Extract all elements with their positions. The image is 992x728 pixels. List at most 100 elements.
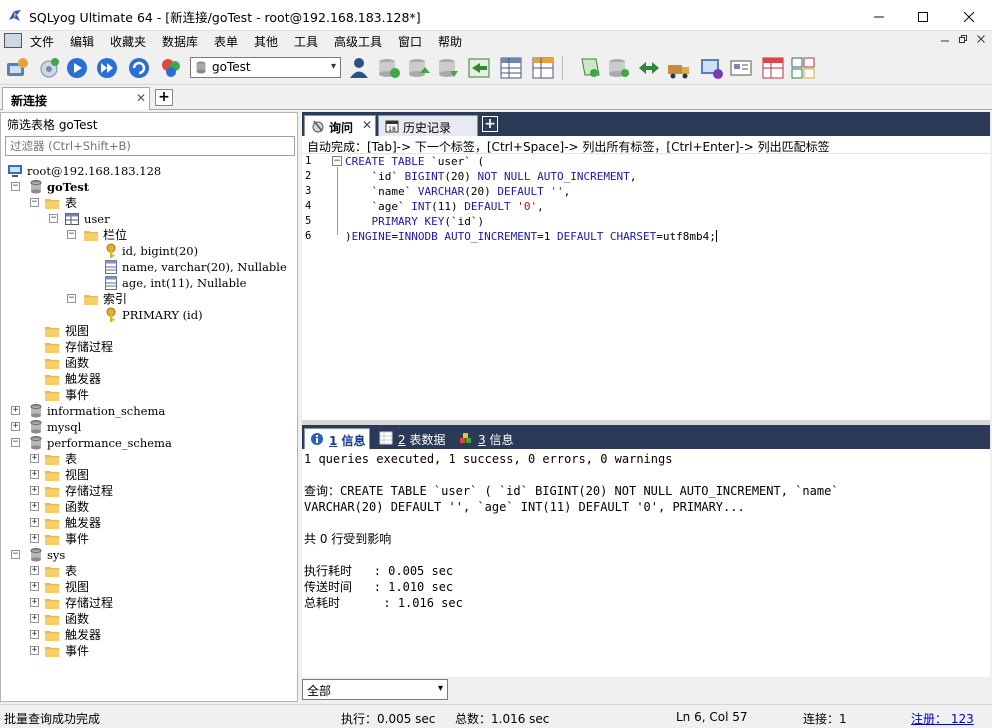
table-design-icon[interactable] — [530, 55, 556, 81]
collapse-icon[interactable]: − — [11, 182, 20, 191]
database-select[interactable]: goTest ▾ — [190, 57, 341, 78]
tree-node-tables[interactable]: − 表 — [1, 195, 297, 211]
tree-node-functions[interactable]: 函数 — [1, 355, 297, 371]
menu-file[interactable]: 文件 — [30, 33, 54, 50]
collapse-icon[interactable]: − — [49, 214, 58, 223]
expand-icon[interactable]: + — [30, 502, 39, 511]
mdi-minimize-button[interactable] — [936, 33, 954, 49]
execute-query-icon[interactable] — [64, 55, 90, 81]
tree-node-columns[interactable]: − 栏位 — [1, 227, 297, 243]
filter-input[interactable] — [5, 136, 295, 156]
tree-node-db-sys[interactable]: − sys — [1, 547, 297, 563]
expand-icon[interactable]: + — [30, 646, 39, 655]
maximize-button[interactable] — [900, 0, 946, 31]
tree-node-events[interactable]: 事件 — [1, 387, 297, 403]
tree-node-db-performance-schema[interactable]: − performance_schema — [1, 435, 297, 451]
schema-compare-icon[interactable] — [790, 55, 816, 81]
tab-table-data[interactable]: 2 表数据 — [374, 428, 450, 449]
tab-new-connection[interactable]: 新连接 ✕ — [2, 87, 150, 110]
migration-icon[interactable] — [666, 55, 692, 81]
collapse-icon[interactable]: − — [11, 550, 20, 559]
expand-icon[interactable]: + — [11, 406, 20, 415]
tree-node-procedures[interactable]: + 存储过程 — [1, 595, 297, 611]
menu-other[interactable]: 其他 — [254, 33, 278, 50]
expand-icon[interactable]: + — [30, 630, 39, 639]
expand-icon[interactable]: + — [30, 486, 39, 495]
mdi-close-button[interactable] — [972, 33, 990, 49]
menu-database[interactable]: 数据库 — [162, 33, 198, 50]
menu-help[interactable]: 帮助 — [438, 33, 462, 50]
mdi-doc-icon[interactable] — [4, 33, 22, 48]
schema-designer-icon[interactable] — [576, 55, 602, 81]
collapse-icon[interactable]: − — [67, 294, 76, 303]
tree-node-procedures[interactable]: + 存储过程 — [1, 483, 297, 499]
tree-node-events[interactable]: + 事件 — [1, 643, 297, 659]
backup-db-icon[interactable] — [406, 55, 432, 81]
tree-node-column-age[interactable]: age, int(11), Nullable — [1, 275, 297, 291]
register-link[interactable]: 注册： 123 — [911, 710, 974, 727]
tree-node-events[interactable]: + 事件 — [1, 531, 297, 547]
tree-node-functions[interactable]: + 函数 — [1, 611, 297, 627]
expand-icon[interactable]: + — [30, 534, 39, 543]
tree-node-triggers[interactable]: + 触发器 — [1, 627, 297, 643]
sql-editor[interactable]: 1 2 3 4 5 6 − CREATE TABLE `user` ( `id`… — [302, 154, 990, 420]
collapse-icon[interactable]: − — [67, 230, 76, 239]
restore-db-icon[interactable] — [436, 55, 462, 81]
notifications-icon[interactable] — [728, 55, 754, 81]
minimize-button[interactable] — [856, 0, 902, 31]
add-connection-tab-button[interactable]: + — [155, 89, 173, 106]
mdi-restore-button[interactable] — [954, 33, 972, 49]
tree-node-views[interactable]: + 视图 — [1, 467, 297, 483]
expand-icon[interactable]: + — [30, 614, 39, 623]
import-icon[interactable] — [466, 55, 492, 81]
collapse-icon[interactable]: − — [11, 438, 20, 447]
tree-node-views[interactable]: + 视图 — [1, 579, 297, 595]
collapse-icon[interactable]: − — [30, 198, 39, 207]
expand-icon[interactable]: + — [11, 422, 20, 431]
tree-node-server[interactable]: root@192.168.183.128 — [1, 163, 297, 179]
close-window-button[interactable] — [946, 0, 992, 31]
user-manager-icon[interactable] — [346, 55, 372, 81]
tab-query[interactable]: 询问 ✕ — [304, 115, 376, 136]
tree-node-db-gotest[interactable]: − goTest — [1, 179, 297, 195]
tree-node-table-user[interactable]: − user — [1, 211, 297, 227]
menu-edit[interactable]: 编辑 — [70, 33, 94, 50]
table-data-icon[interactable] — [498, 55, 524, 81]
new-query-icon[interactable] — [36, 55, 62, 81]
new-connection-icon[interactable] — [4, 55, 30, 81]
tab-info-2[interactable]: 3 信息 — [454, 428, 526, 449]
tree-node-db-information-schema[interactable]: + information_schema — [1, 403, 297, 419]
tree-node-triggers[interactable]: + 触发器 — [1, 515, 297, 531]
result-filter-select[interactable]: 全部 ▾ — [302, 679, 448, 700]
add-query-tab-button[interactable]: + — [482, 116, 498, 132]
menu-advanced-tools[interactable]: 高级工具 — [334, 33, 382, 50]
execute-all-icon[interactable] — [94, 55, 120, 81]
refresh-icon[interactable] — [126, 55, 152, 81]
query-builder-icon[interactable] — [606, 55, 632, 81]
menu-table[interactable]: 表单 — [214, 33, 238, 50]
sync-icon[interactable] — [636, 55, 662, 81]
tree-node-db-mysql[interactable]: + mysql — [1, 419, 297, 435]
menu-favorites[interactable]: 收藏夹 — [110, 33, 146, 50]
tab-history[interactable]: 18 历史记录 — [378, 115, 478, 136]
expand-icon[interactable]: + — [30, 470, 39, 479]
menu-window[interactable]: 窗口 — [398, 33, 422, 50]
export-icon[interactable] — [760, 55, 786, 81]
tree-node-column-name[interactable]: name, varchar(20), Nullable — [1, 259, 297, 275]
expand-icon[interactable]: + — [30, 518, 39, 527]
tab-info[interactable]: 1 信息 — [304, 428, 370, 449]
expand-icon[interactable]: + — [30, 566, 39, 575]
tree-node-column-id[interactable]: id, bigint(20) — [1, 243, 297, 259]
expand-icon[interactable]: + — [30, 598, 39, 607]
schema-icon[interactable] — [158, 55, 184, 81]
tree-node-functions[interactable]: + 函数 — [1, 499, 297, 515]
close-tab-icon[interactable]: ✕ — [136, 91, 146, 105]
tree-node-tables[interactable]: + 表 — [1, 563, 297, 579]
expand-icon[interactable]: + — [30, 582, 39, 591]
create-db-icon[interactable] — [376, 55, 402, 81]
tree-node-index-primary[interactable]: PRIMARY (id) — [1, 307, 297, 323]
tree-node-tables[interactable]: + 表 — [1, 451, 297, 467]
tree-node-procedures[interactable]: 存储过程 — [1, 339, 297, 355]
tree-node-views[interactable]: 视图 — [1, 323, 297, 339]
menu-tools[interactable]: 工具 — [294, 33, 318, 50]
